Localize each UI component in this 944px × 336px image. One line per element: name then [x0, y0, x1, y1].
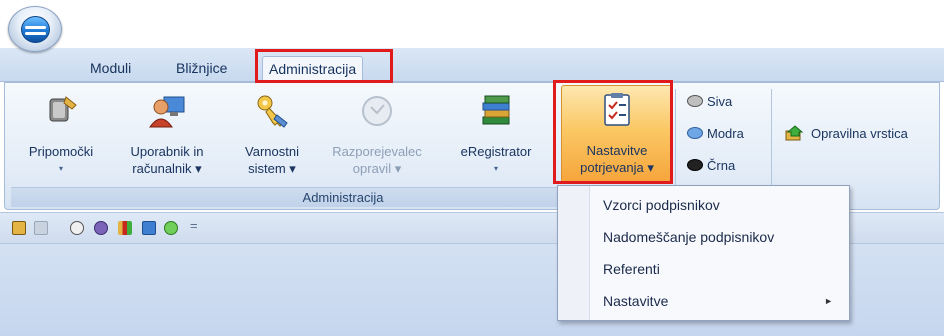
varnostni-label-line1: Varnostni — [245, 144, 299, 159]
razporejevalec-opravil-button[interactable]: Razporejevalec opravil ▾ — [323, 87, 431, 183]
menu-item-nadomescanje-podpisnikov[interactable]: Nadomeščanje podpisnikov — [591, 222, 849, 252]
theme-crna-label: Črna — [707, 158, 736, 173]
eregistrator-button[interactable]: eRegistrator ▾ — [451, 87, 541, 183]
blue-ball-icon — [687, 127, 703, 139]
checklist-icon — [604, 93, 630, 126]
grey-ball-icon — [687, 95, 703, 107]
user-computer-icon — [149, 96, 185, 128]
menu-item-nastavitve-label: Nastavitve — [603, 293, 669, 309]
copy-icon[interactable] — [34, 221, 48, 235]
customize-qat-button[interactable]: = — [190, 218, 198, 233]
taskbar-up-icon[interactable] — [12, 221, 26, 235]
nastavitve-label-line2: potrjevanja ▾ — [580, 160, 654, 175]
title-bar — [0, 0, 944, 48]
theme-crna-button[interactable]: Črna — [687, 155, 735, 177]
books-icon — [482, 95, 510, 125]
tools-icon — [49, 96, 77, 122]
pripomocki-label: Pripomočki — [28, 144, 94, 159]
chart-icon[interactable] — [118, 221, 132, 235]
theme-modra-label: Modra — [707, 126, 744, 141]
nastavitve-label-line1: Nastavitve — [586, 143, 648, 158]
taskbar-up-icon — [785, 125, 804, 141]
tab-moduli[interactable]: Moduli — [84, 56, 137, 80]
clock-icon — [362, 96, 392, 126]
chevron-down-icon: ▾ — [493, 164, 498, 173]
theme-modra-button[interactable]: Modra — [687, 123, 744, 145]
varnostni-label-line2: sistem ▾ — [248, 161, 296, 176]
key-icon — [257, 95, 288, 128]
chevron-down-icon: ▾ — [58, 164, 63, 173]
opravilna-vrstica-label: Opravilna vrstica — [811, 126, 908, 141]
theme-siva-label: Siva — [707, 94, 733, 109]
users-icon[interactable] — [70, 221, 84, 235]
menu-item-nastavitve[interactable]: Nastavitve ► — [591, 286, 849, 316]
green-ball-icon[interactable] — [164, 221, 178, 235]
chevron-down-icon[interactable] — [56, 221, 64, 235]
razporejevalec-label-line2: opravil ▾ — [352, 161, 402, 176]
submenu-arrow-icon: ► — [824, 296, 833, 306]
tab-administracija[interactable]: Administracija — [262, 56, 364, 80]
nastavitve-potrjevanja-button[interactable]: Nastavitve potrjevanja ▾ — [561, 85, 673, 183]
menu-item-referenti[interactable]: Referenti — [591, 254, 849, 284]
tab-bliznjice[interactable]: Bližnjice — [170, 56, 233, 80]
uporabnik-in-racunalnik-button[interactable]: Uporabnik in računalnik ▾ — [117, 87, 217, 183]
application-menu-button[interactable] — [8, 6, 62, 52]
menu-item-vzorci-podpisnikov[interactable]: Vzorci podpisnikov — [591, 190, 849, 220]
menu-icon-gutter — [558, 186, 590, 320]
nastavitve-potrjevanja-menu: Vzorci podpisnikov Nadomeščanje podpisni… — [557, 185, 850, 321]
opravilna-vrstica-button[interactable]: Opravilna vrstica — [785, 123, 908, 145]
theme-siva-button[interactable]: Siva — [687, 91, 732, 113]
books-icon[interactable] — [142, 221, 156, 235]
pripomocki-button[interactable]: Pripomočki ▾ — [21, 87, 101, 183]
razporejevalec-label-line1: Razporejevalec — [332, 144, 422, 159]
glasses-icon[interactable] — [94, 221, 108, 235]
eregistrator-label: eRegistrator — [460, 144, 532, 159]
app-logo-icon — [21, 16, 50, 43]
ribbon-tab-strip: Moduli Bližnjice Administracija — [0, 48, 944, 82]
black-ball-icon — [687, 159, 703, 171]
varnostni-sistem-button[interactable]: Varnostni sistem ▾ — [233, 87, 311, 183]
uporabnik-label-line1: Uporabnik in — [130, 144, 204, 159]
uporabnik-label-line2: računalnik ▾ — [132, 161, 202, 176]
